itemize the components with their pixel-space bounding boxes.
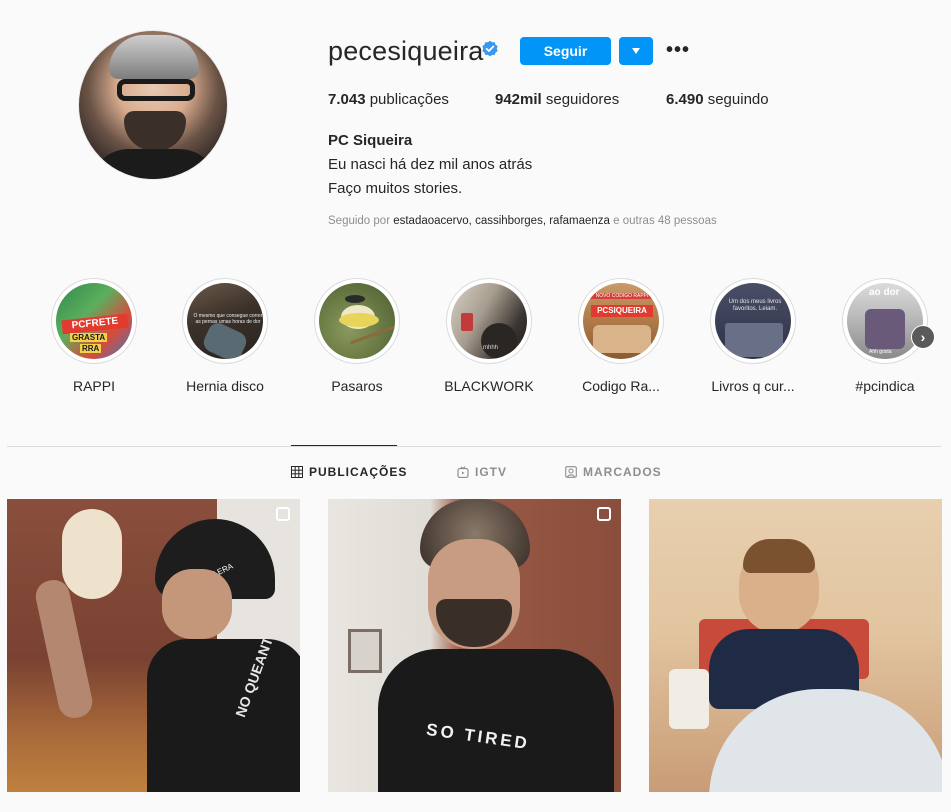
stat-following[interactable]: 6.490 seguindo <box>666 91 769 108</box>
profile-full-name: PC Siqueira <box>328 132 413 149</box>
follower-link[interactable]: cassihborges <box>475 215 543 227</box>
highlight-label: Hernia disco <box>186 378 264 394</box>
boxes-figure <box>593 325 651 353</box>
post-person-shirt <box>147 639 300 792</box>
book-figure <box>725 323 783 357</box>
verified-badge-icon <box>482 40 498 57</box>
stat-posts-value: 7.043 <box>328 91 366 108</box>
post-child-hair <box>743 539 815 573</box>
highlight-cover: mhhh <box>451 283 527 359</box>
highlight-label: BLACKWORK <box>444 378 534 394</box>
phone-object <box>461 313 473 331</box>
highlight-text: NOVO CODIGO RAPPI <box>589 293 655 299</box>
avatar-hair <box>109 35 199 79</box>
tab-publicacoes[interactable]: PUBLICAÇÕES <box>291 465 407 479</box>
highlight-cover: PCFRETE GRASTA RRA <box>56 283 132 359</box>
stat-posts-label: publicações <box>365 91 449 108</box>
highlight-text: Um dos meus livros favoritos. Leiam. <box>728 299 782 312</box>
profile-username: pecesiqueira <box>328 36 484 66</box>
highlight-label: RAPPI <box>72 378 115 394</box>
highlight-ring: O mesmo que consegue correr as pernas um… <box>182 278 268 364</box>
highlight-cover: Um dos meus livros favoritos. Leiam. <box>715 283 791 359</box>
post-dog <box>62 509 122 599</box>
highlight-text: O mesmo que consegue correr as pernas um… <box>193 313 263 325</box>
chevron-down-icon <box>632 48 640 54</box>
grid-icon <box>291 466 303 478</box>
followed-by-prefix: Seguido por <box>328 215 394 227</box>
multiple-images-icon <box>597 507 611 521</box>
highlight-label: Pasaros <box>331 378 383 394</box>
bottle-figure <box>865 309 905 349</box>
highlight-label: #pcindica <box>855 378 915 394</box>
highlight-codigo-rappi[interactable]: NOVO CODIGO RAPPI PCSIQUEIRA Codigo Ra..… <box>566 278 676 394</box>
bio-line: Eu nasci há dez mil anos atrás <box>328 156 533 173</box>
igtv-icon <box>457 466 469 478</box>
highlight-text: PCSIQUEIRA <box>591 305 653 317</box>
bird-belly <box>339 313 379 327</box>
tab-label: IGTV <box>475 465 508 479</box>
multiple-images-icon <box>276 507 290 521</box>
post-person-face <box>162 569 232 639</box>
followed-by[interactable]: Seguido por estadaoacervo, cassihborges,… <box>328 215 717 227</box>
highlight-cover: ao dor Ahh gosta <box>847 283 923 359</box>
highlight-ring <box>314 278 400 364</box>
post-thumbnail[interactable]: NEW ERA NO QUEANT <box>7 499 300 792</box>
highlight-text: ao dor <box>869 287 900 298</box>
tab-igtv[interactable]: IGTV <box>457 465 507 479</box>
highlight-cover: O mesmo que consegue correr as pernas um… <box>187 283 263 359</box>
highlight-text: Ahh gosta <box>869 349 892 355</box>
tab-label: MARCADOS <box>583 465 662 479</box>
highlight-livros[interactable]: Um dos meus livros favoritos. Leiam. Liv… <box>698 278 808 394</box>
tab-label: PUBLICAÇÕES <box>309 465 408 479</box>
follower-link[interactable]: estadaoacervo <box>393 215 468 227</box>
more-options-button[interactable]: ••• <box>665 38 691 62</box>
highlight-cover: NOVO CODIGO RAPPI PCSIQUEIRA <box>583 283 659 359</box>
tagged-icon <box>565 466 577 478</box>
tabs-divider <box>7 446 941 447</box>
stat-followers-label: seguidores <box>541 91 620 108</box>
active-tab-indicator <box>291 445 397 446</box>
stat-following-value: 6.490 <box>666 91 704 108</box>
highlight-hernia-disco[interactable]: O mesmo que consegue correr as pernas um… <box>170 278 280 394</box>
avatar-shirt <box>89 149 219 179</box>
follow-button[interactable]: Seguir <box>520 37 611 65</box>
highlight-text: GRASTA <box>70 333 108 342</box>
highlight-text: PCFRETE <box>61 313 129 335</box>
highlight-label: Codigo Ra... <box>582 378 660 394</box>
highlight-figure <box>200 319 250 359</box>
post-thumbnail[interactable]: SO TIRED <box>328 499 621 792</box>
stat-following-label: seguindo <box>703 91 769 108</box>
person-figure <box>481 323 517 359</box>
highlight-ring: mhhh <box>446 278 532 364</box>
avatar-beard <box>124 111 186 151</box>
avatar-glasses <box>117 79 195 101</box>
post-frame <box>348 629 382 673</box>
stat-followers[interactable]: 942mil seguidores <box>495 91 619 108</box>
highlight-cover <box>319 283 395 359</box>
post-thumbnail[interactable] <box>649 499 942 792</box>
highlight-ring: PCFRETE GRASTA RRA <box>51 278 137 364</box>
post-cup <box>669 669 709 729</box>
followed-by-suffix: e outras 48 pessoas <box>609 215 717 227</box>
stat-followers-value: 942mil <box>495 91 542 108</box>
highlight-label: Livros q cur... <box>711 378 795 394</box>
highlight-text: mhhh <box>483 345 499 351</box>
highlight-rappi[interactable]: PCFRETE GRASTA RRA RAPPI <box>39 278 149 394</box>
highlight-ring: NOVO CODIGO RAPPI PCSIQUEIRA <box>578 278 664 364</box>
stat-posts: 7.043 publicações <box>328 91 449 108</box>
highlight-text: RRA <box>80 344 102 353</box>
highlight-ring: ao dor Ahh gosta <box>842 278 928 364</box>
highlight-blackwork[interactable]: mhhh BLACKWORK <box>434 278 544 394</box>
bio-line: Faço muitos stories. <box>328 180 463 197</box>
highlight-ring: Um dos meus livros favoritos. Leiam. <box>710 278 796 364</box>
follower-link[interactable]: rafamaenza <box>549 215 610 227</box>
profile-avatar[interactable] <box>78 30 228 180</box>
highlight-pasaros[interactable]: Pasaros <box>302 278 412 394</box>
bird-head <box>345 295 365 303</box>
suggested-dropdown-button[interactable] <box>619 37 653 65</box>
chevron-right-icon[interactable]: › <box>911 325 935 349</box>
tab-marcados[interactable]: MARCADOS <box>565 465 662 479</box>
